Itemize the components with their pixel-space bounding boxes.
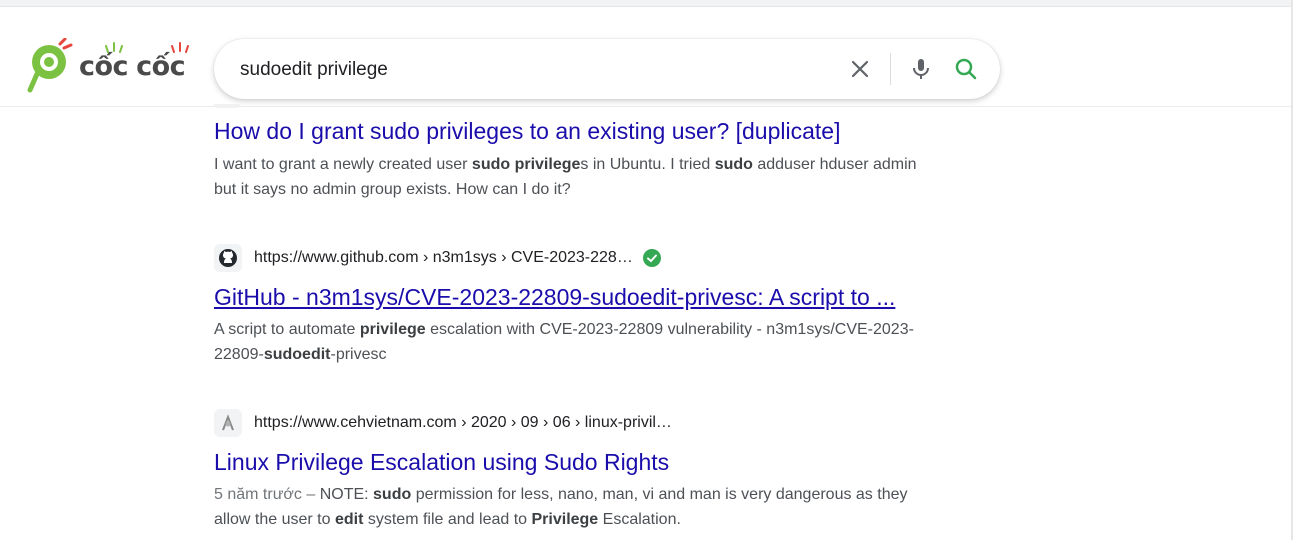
snippet-text: escalation with CVE-2023-22809 vulnerabi… xyxy=(425,321,914,338)
verified-check-icon xyxy=(642,249,661,267)
snippet-text: s in Ubuntu. I tried xyxy=(580,156,715,173)
snippet-bold: sudo privilege xyxy=(471,156,581,173)
snippet-bold: edit xyxy=(334,511,364,528)
result-snippet: I want to grant a newly created user sud… xyxy=(214,152,994,202)
snippet-text: allow the user to xyxy=(214,511,335,528)
logo-word-2: cốc xyxy=(136,50,186,82)
result-title[interactable]: Linux Privilege Escalation using Sudo Ri… xyxy=(214,449,669,476)
result-url[interactable]: https://www.github.com › n3m1sys › CVE-2… xyxy=(254,249,633,267)
search-box[interactable] xyxy=(214,39,1000,99)
github-icon xyxy=(219,249,237,267)
coccoc-logo[interactable]: cốc cốc xyxy=(27,37,202,95)
cehvietnam-icon xyxy=(222,414,234,431)
result-date: 5 năm trước – xyxy=(214,486,320,503)
result-url[interactable]: https://www.cehvietnam.com › 2020 › 09 ›… xyxy=(254,414,672,432)
search-icon[interactable] xyxy=(954,57,978,81)
snippet-text: adduser hduser admin xyxy=(752,156,917,173)
search-input[interactable] xyxy=(238,55,802,85)
spark-icon xyxy=(171,41,189,53)
browser-top-strip xyxy=(0,0,1293,7)
snippet-bold: privilege xyxy=(359,321,426,338)
snippet-text: A script to automate xyxy=(214,321,360,338)
result-snippet: A script to automate privilege escalatio… xyxy=(214,317,994,367)
logo-word-1: cốc xyxy=(79,50,129,82)
result-site-row[interactable]: https://www.github.com › n3m1sys › CVE-2… xyxy=(214,243,661,273)
snippet-bold: sudo xyxy=(714,156,753,173)
snippet-text: -privesc xyxy=(330,346,387,363)
snippet-bold: Privilege xyxy=(531,511,599,528)
snippet-text: I want to grant a newly created user xyxy=(214,156,472,173)
github-favicon xyxy=(214,244,242,272)
search-box-divider xyxy=(890,53,891,85)
snippet-text: but it says no admin group exists. How c… xyxy=(214,181,571,198)
close-icon[interactable] xyxy=(848,57,872,81)
result-title[interactable]: How do I grant sudo privileges to an exi… xyxy=(214,118,840,145)
search-header: cốc cốc xyxy=(0,7,1293,107)
microphone-icon[interactable] xyxy=(909,57,933,81)
snippet-text: Escalation. xyxy=(598,511,681,528)
partial-favicon xyxy=(214,104,240,108)
result-snippet: 5 năm trước – NOTE: sudo permission for … xyxy=(214,482,994,532)
snippet-bold: sudo xyxy=(373,486,412,503)
coccoc-logo-icon xyxy=(27,38,73,93)
snippet-text: NOTE: xyxy=(319,486,374,503)
snippet-text: system file and lead to xyxy=(363,511,532,528)
snippet-text: 22809- xyxy=(214,346,264,363)
cehvietnam-favicon xyxy=(214,409,242,437)
result-title[interactable]: GitHub - n3m1sys/CVE-2023-22809-sudoedit… xyxy=(214,284,895,311)
logo-wordmark: cốc cốc xyxy=(79,41,189,82)
snippet-bold: sudoedit xyxy=(263,346,331,363)
spark-icon xyxy=(105,41,123,53)
result-site-row[interactable]: https://www.cehvietnam.com › 2020 › 09 ›… xyxy=(214,408,672,438)
snippet-text: permission for less, nano, man, vi and m… xyxy=(411,486,908,503)
